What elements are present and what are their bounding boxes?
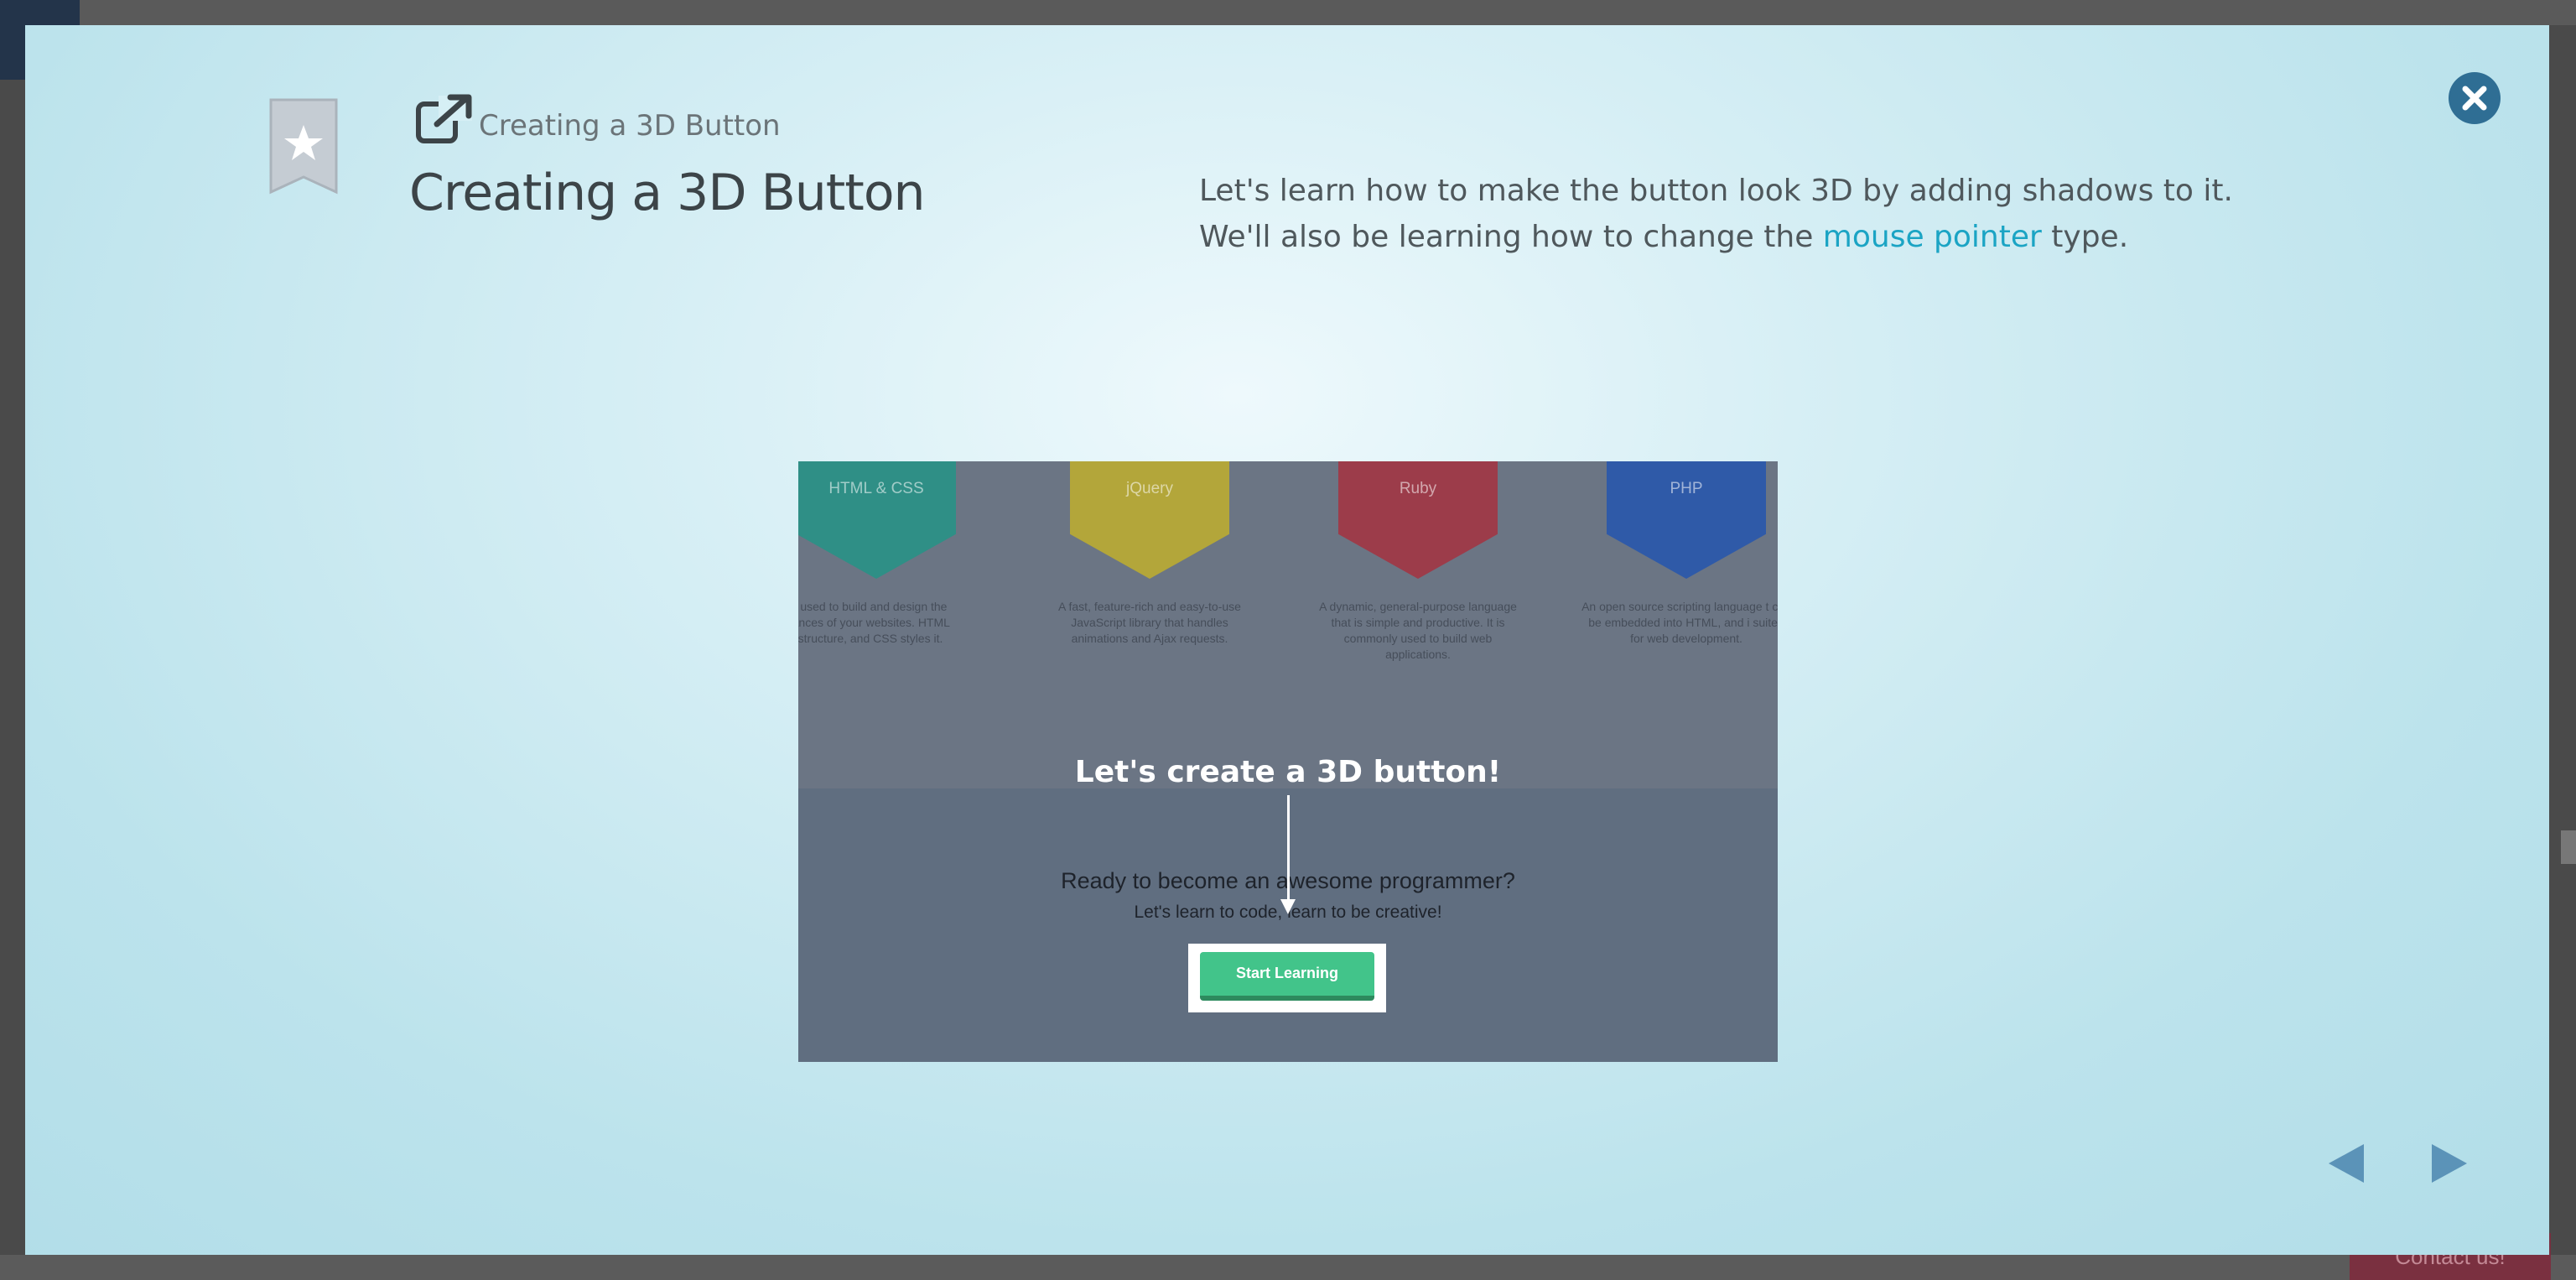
arrow-left-icon xyxy=(2329,1144,2364,1183)
background-bottom-bar xyxy=(0,1255,2576,1280)
badge-label: Ruby xyxy=(1399,480,1437,497)
badge-label: HTML & CSS xyxy=(828,480,924,497)
close-button[interactable] xyxy=(2449,72,2501,124)
lesson-modal: Creating a 3D Button Creating a 3D Butto… xyxy=(25,25,2549,1255)
description-text: type. xyxy=(2041,220,2129,254)
previous-slide-button[interactable] xyxy=(2327,1142,2366,1184)
background-scrollbar xyxy=(2561,830,2576,864)
badge-description: A dynamic, general-purpose language that… xyxy=(1319,600,1517,661)
external-link-icon[interactable] xyxy=(413,92,474,146)
breadcrumb: Creating a 3D Button xyxy=(479,109,781,143)
badge-label: PHP xyxy=(1670,480,1703,497)
preview-heading: Let's create a 3D button! xyxy=(1074,755,1502,789)
badge-description: An open source scripting language t can … xyxy=(1581,600,1778,645)
close-icon xyxy=(2462,86,2487,111)
description-line-1: Let's learn how to make the button look … xyxy=(1199,174,2233,208)
description-text: We'll also be learning how to change the xyxy=(1199,220,1823,254)
description-line-2: We'll also be learning how to change the… xyxy=(1199,214,2289,260)
pointer-arrow-line xyxy=(1287,795,1290,903)
lesson-preview-image: HTML & CSS guages used to build and desi… xyxy=(798,461,1778,1062)
page-title: Creating a 3D Button xyxy=(409,164,926,222)
start-learning-button: Start Learning xyxy=(1200,952,1374,1001)
next-slide-button[interactable] xyxy=(2430,1142,2469,1184)
start-learning-highlight: Start Learning xyxy=(1188,944,1386,1012)
background-top-bar xyxy=(0,0,2576,25)
lesson-description: Let's learn how to make the button look … xyxy=(1199,168,2289,260)
arrow-right-icon xyxy=(2432,1144,2467,1183)
badge-description: guages used to build and design the appe… xyxy=(798,600,950,645)
mouse-pointer-link[interactable]: mouse pointer xyxy=(1823,220,2042,254)
badge-description: A fast, feature-rich and easy-to-use Jav… xyxy=(1058,600,1241,645)
badge-label: jQuery xyxy=(1126,480,1173,497)
pointer-arrow-head xyxy=(1280,899,1296,914)
bookmark-star-icon[interactable] xyxy=(267,96,340,197)
